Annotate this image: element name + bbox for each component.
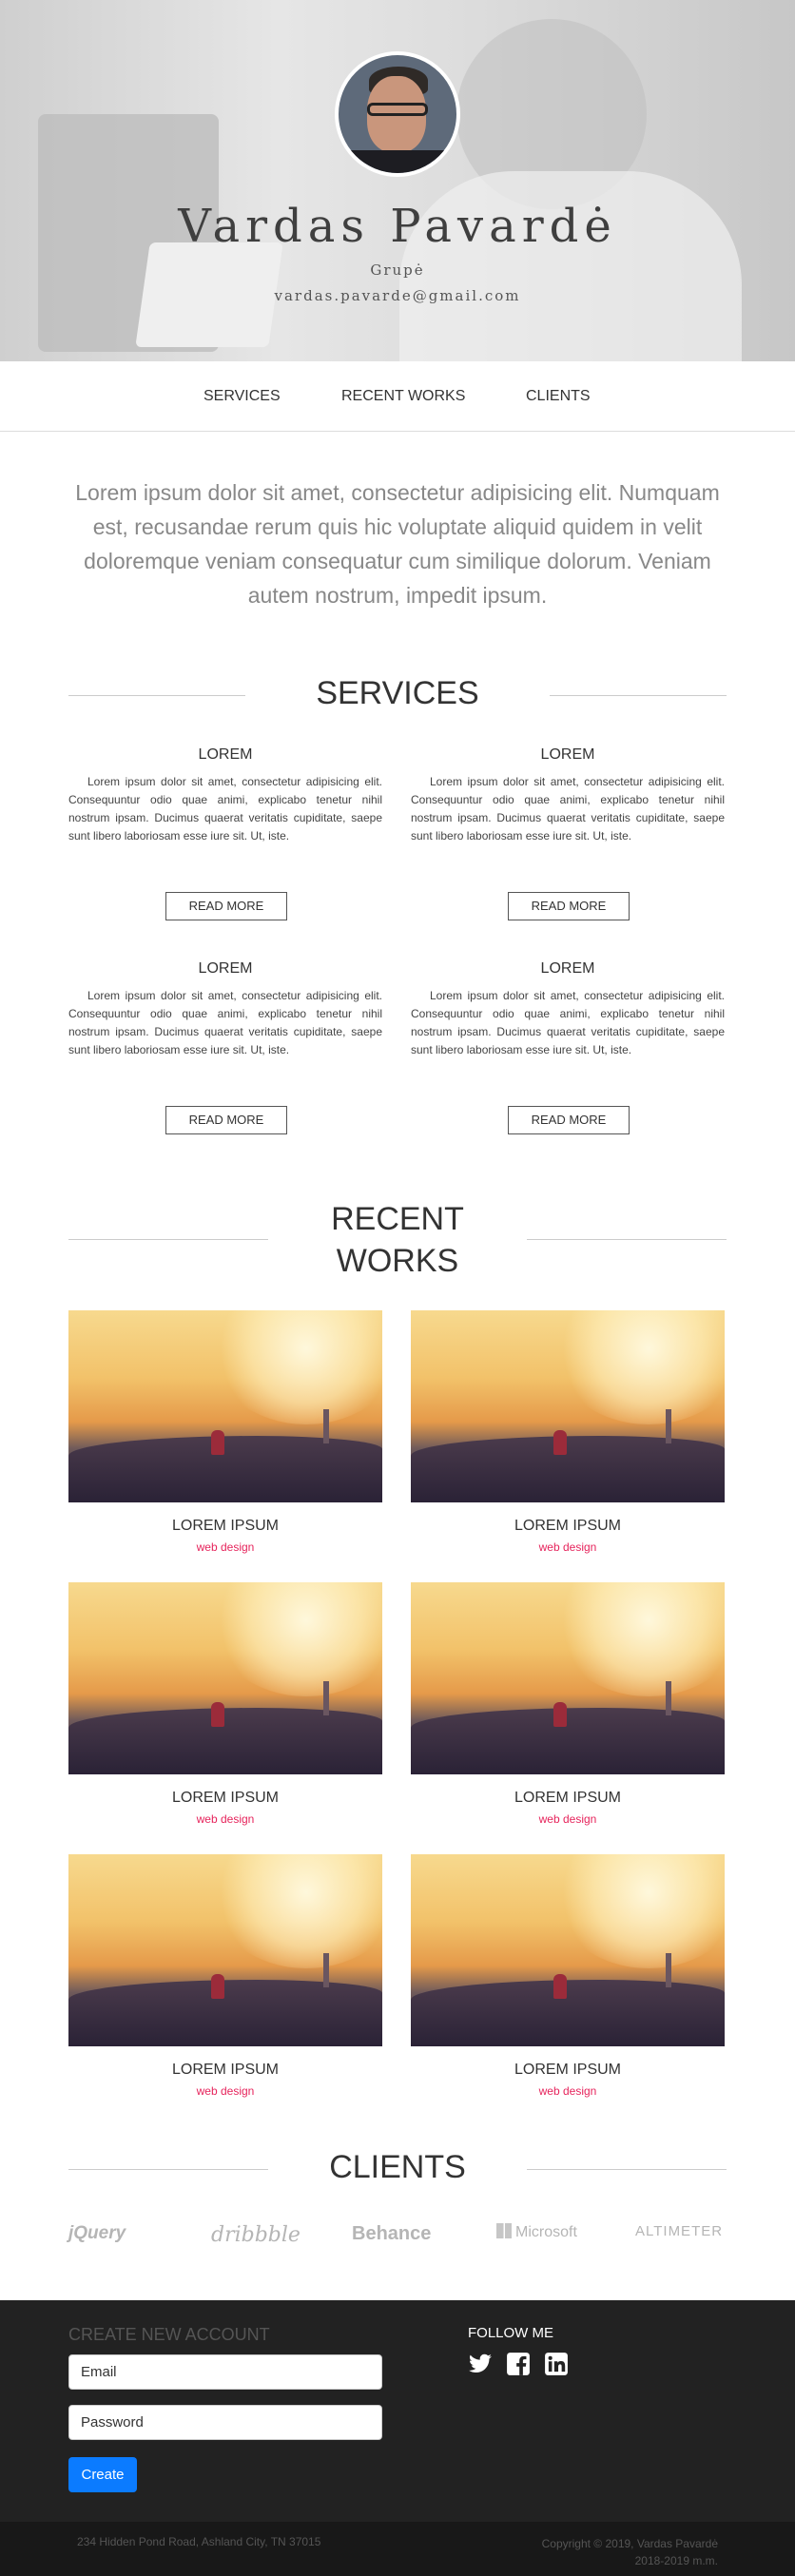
microsoft-logo-text: Microsoft: [515, 2224, 577, 2240]
hero-group: Grupė: [370, 261, 425, 279]
main-nav: SERVICES RECENT WORKS CLIENTS: [0, 361, 795, 432]
address-text: 234 Hidden Pond Road, Ashland City, TN 3…: [77, 2535, 321, 2548]
work-title: LOREM IPSUM: [514, 1790, 621, 1806]
twitter-icon[interactable]: [468, 2352, 493, 2376]
work-card[interactable]: LOREM IPSUM web design: [68, 1310, 382, 1554]
nav-item-services[interactable]: SERVICES: [204, 388, 281, 405]
work-title: LOREM IPSUM: [514, 2062, 621, 2078]
microsoft-windows-icon: [496, 2223, 512, 2238]
service-heading: LOREM: [540, 746, 595, 763]
facebook-icon[interactable]: [506, 2352, 531, 2376]
behance-logo[interactable]: Behance: [352, 2223, 431, 2252]
service-text: Lorem ipsum dolor sit amet, consectetur …: [68, 775, 382, 843]
work-category: web design: [538, 2084, 597, 2098]
work-thumbnail[interactable]: [68, 1310, 382, 1502]
intro-text: Lorem ipsum dolor sit amet, consectetur …: [75, 480, 720, 608]
work-title: LOREM IPSUM: [171, 1790, 279, 1806]
nav-item-clients[interactable]: CLIENTS: [526, 388, 591, 405]
work-category: web design: [538, 1812, 597, 1826]
services-heading: SERVICES: [68, 671, 727, 719]
heading-divider: [527, 1239, 727, 1240]
avatar: [335, 51, 460, 177]
heading-divider: [550, 695, 727, 696]
create-account-title: CREATE NEW ACCOUNT: [68, 2325, 270, 2344]
email-field[interactable]: [68, 2354, 382, 2390]
recent-works-title: RECENT WORKS: [68, 1198, 727, 1282]
microsoft-logo[interactable]: Microsoft: [496, 2223, 577, 2252]
read-more-button[interactable]: READ MORE: [508, 892, 630, 920]
hero-banner: Vardas Pavardė Grupė vardas.pavarde@gmai…: [0, 0, 795, 361]
hero-name: Vardas Pavardė: [178, 200, 617, 253]
work-thumbnail[interactable]: [68, 1582, 382, 1774]
work-card[interactable]: LOREM IPSUM web design: [68, 1582, 382, 1826]
hero-email: vardas.pavarde@gmail.com: [274, 287, 521, 304]
password-field[interactable]: [68, 2405, 382, 2440]
work-category: web design: [196, 1540, 255, 1554]
work-card[interactable]: LOREM IPSUM web design: [411, 1582, 725, 1826]
work-card[interactable]: LOREM IPSUM web design: [411, 1310, 725, 1554]
service-card: LOREM Lorem ipsum dolor sit amet, consec…: [411, 960, 725, 1136]
work-category: web design: [538, 1540, 597, 1554]
service-card: LOREM Lorem ipsum dolor sit amet, consec…: [68, 960, 382, 1136]
follow-me-title: FOLLOW ME: [468, 2325, 554, 2341]
service-heading: LOREM: [198, 960, 253, 977]
service-text: Lorem ipsum dolor sit amet, consectetur …: [68, 989, 382, 1056]
recent-works-heading: RECENT WORKS: [68, 1196, 727, 1282]
read-more-button[interactable]: READ MORE: [508, 1106, 630, 1134]
work-title: LOREM IPSUM: [171, 2062, 279, 2078]
read-more-button[interactable]: READ MORE: [165, 892, 287, 920]
service-heading: LOREM: [540, 960, 595, 977]
copyright-line2: 2018-2019 m.m.: [634, 2554, 718, 2567]
work-category: web design: [196, 2084, 255, 2098]
work-thumbnail[interactable]: [68, 1854, 382, 2046]
service-card: LOREM Lorem ipsum dolor sit amet, consec…: [68, 746, 382, 922]
copyright-text: Copyright © 2019, Vardas Pavardė 2018-20…: [542, 2535, 718, 2569]
dribbble-logo[interactable]: dribbble: [211, 2223, 301, 2252]
work-card[interactable]: LOREM IPSUM web design: [68, 1854, 382, 2098]
service-text: Lorem ipsum dolor sit amet, consectetur …: [411, 775, 725, 843]
altimeter-logo[interactable]: ALTIMETER: [635, 2223, 723, 2252]
clients-title: CLIENTS: [329, 2149, 466, 2185]
copyright-line1: Copyright © 2019, Vardas Pavardė: [541, 2537, 718, 2550]
linkedin-icon[interactable]: [544, 2352, 569, 2376]
service-card: LOREM Lorem ipsum dolor sit amet, consec…: [411, 746, 725, 922]
work-title: LOREM IPSUM: [514, 1518, 621, 1534]
clients-heading: CLIENTS: [68, 2145, 727, 2193]
footer: CREATE NEW ACCOUNT Create FOLLOW ME: [0, 2300, 795, 2522]
services-title: SERVICES: [316, 675, 479, 711]
nav-item-recent-works[interactable]: RECENT WORKS: [341, 388, 465, 405]
recent-works-title-line1: RECENT: [331, 1201, 464, 1237]
work-thumbnail[interactable]: [411, 1310, 725, 1502]
create-button[interactable]: Create: [68, 2457, 137, 2492]
service-heading: LOREM: [198, 746, 253, 763]
work-category: web design: [196, 1812, 255, 1826]
recent-works-title-line2: WORKS: [336, 1243, 459, 1279]
service-text: Lorem ipsum dolor sit amet, consectetur …: [411, 989, 725, 1056]
work-thumbnail[interactable]: [411, 1854, 725, 2046]
work-thumbnail[interactable]: [411, 1582, 725, 1774]
bottom-bar: 234 Hidden Pond Road, Ashland City, TN 3…: [0, 2522, 795, 2576]
work-title: LOREM IPSUM: [171, 1518, 279, 1534]
read-more-button[interactable]: READ MORE: [165, 1106, 287, 1134]
heading-divider: [527, 2169, 727, 2170]
jquery-logo[interactable]: jQuery: [68, 2223, 126, 2252]
work-card[interactable]: LOREM IPSUM web design: [411, 1854, 725, 2098]
